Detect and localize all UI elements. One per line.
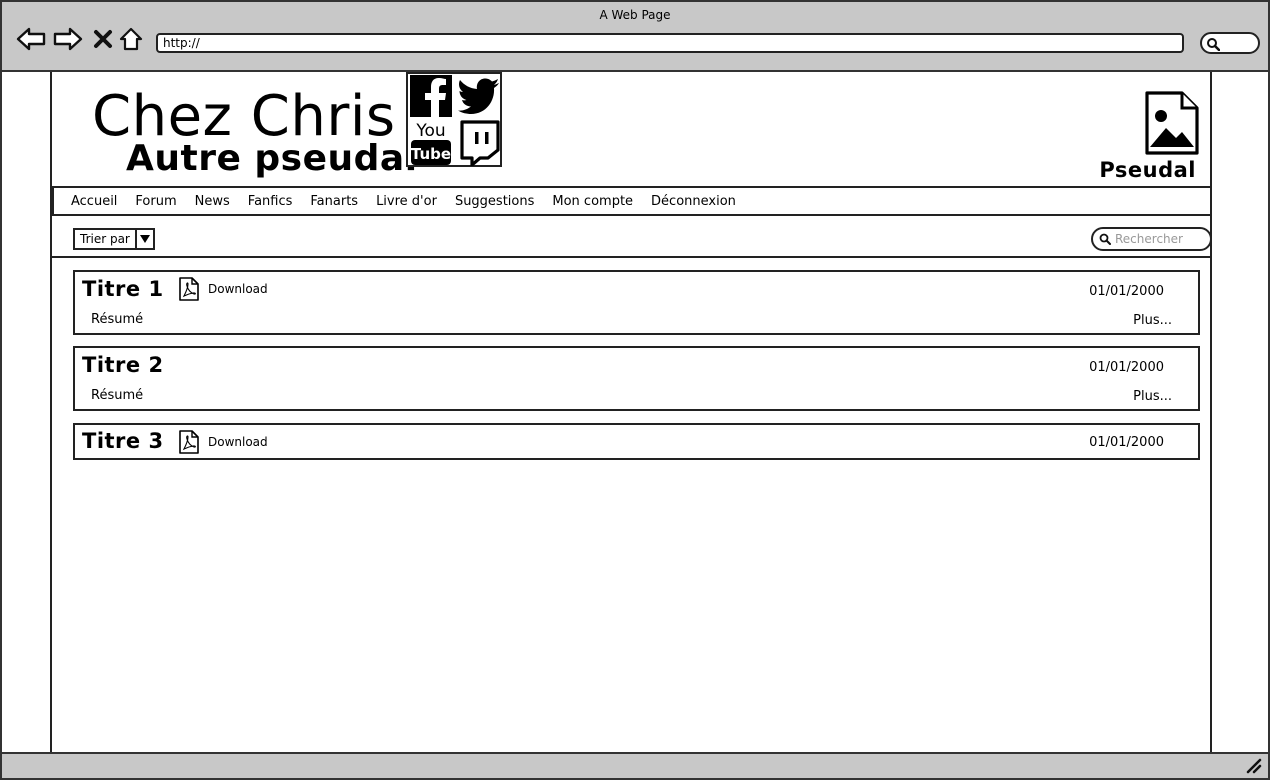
item-date: 01/01/2000: [1089, 435, 1164, 450]
pdf-file-icon: [179, 277, 199, 301]
pdf-file-icon: [179, 430, 199, 454]
url-input[interactable]: http://: [156, 33, 1184, 53]
site-subtitle: Autre pseudal: [126, 138, 418, 179]
profile-image-icon[interactable]: [1144, 90, 1200, 160]
more-link[interactable]: Plus...: [1133, 389, 1172, 404]
chevron-down-icon[interactable]: [135, 230, 153, 248]
sort-label: Trier par: [80, 232, 130, 246]
nav-item-news[interactable]: News: [195, 194, 230, 209]
browser-titlebar: A Web Page http://: [2, 2, 1268, 72]
stop-icon[interactable]: [88, 24, 118, 54]
forward-icon[interactable]: [53, 24, 83, 54]
list-item: Titre 3 Download 01/01/2000: [73, 423, 1200, 460]
nav-item-fanfics[interactable]: Fanfics: [248, 194, 293, 209]
facebook-icon[interactable]: [410, 75, 452, 121]
resize-handle-icon[interactable]: [1246, 758, 1262, 774]
home-icon[interactable]: [116, 24, 146, 54]
item-summary: Résumé: [91, 388, 144, 403]
nav-item-fanarts[interactable]: Fanarts: [310, 194, 358, 209]
social-links: You Tube: [406, 72, 502, 167]
download-link[interactable]: Download: [178, 277, 268, 301]
browser-statusbar: [2, 752, 1268, 778]
youtube-you-text: You: [415, 121, 445, 141]
nav-item-accueil[interactable]: Accueil: [71, 194, 117, 209]
list-item: Titre 1 Download 01/01/2000 Résumé Plus.…: [73, 270, 1200, 335]
search-icon: [1099, 233, 1111, 245]
sort-dropdown[interactable]: Trier par: [73, 228, 155, 250]
nav-item-deconnexion[interactable]: Déconnexion: [651, 194, 736, 209]
item-date: 01/01/2000: [1089, 360, 1164, 375]
more-link[interactable]: Plus...: [1133, 313, 1172, 328]
search-icon: [1207, 38, 1220, 51]
nav-item-mon-compte[interactable]: Mon compte: [552, 194, 633, 209]
item-summary: Résumé: [91, 312, 144, 327]
site-header: Chez Chris Autre pseudal You Tube Pseudal: [52, 72, 1210, 188]
download-label: Download: [208, 435, 268, 449]
window-title: A Web Page: [599, 8, 671, 22]
item-date: 01/01/2000: [1089, 284, 1164, 299]
twitter-icon[interactable]: [458, 78, 500, 118]
nav-item-suggestions[interactable]: Suggestions: [455, 194, 534, 209]
download-label: Download: [208, 282, 268, 296]
youtube-icon[interactable]: You Tube: [410, 119, 452, 171]
item-title[interactable]: Titre 2: [82, 353, 164, 377]
download-link[interactable]: Download: [178, 430, 268, 454]
twitch-icon[interactable]: [458, 120, 500, 170]
item-title[interactable]: Titre 1: [82, 277, 164, 301]
nav-item-livre-dor[interactable]: Livre d'or: [376, 194, 437, 209]
nav-item-forum[interactable]: Forum: [135, 194, 176, 209]
profile-name[interactable]: Pseudal: [1099, 158, 1196, 182]
back-icon[interactable]: [16, 24, 46, 54]
main-nav: Accueil Forum News Fanfics Fanarts Livre…: [52, 188, 1212, 216]
item-title[interactable]: Titre 3: [82, 429, 164, 453]
browser-search-button[interactable]: [1200, 32, 1260, 54]
list-item: Titre 2 01/01/2000 Résumé Plus...: [73, 346, 1200, 411]
search-input[interactable]: Rechercher: [1091, 227, 1212, 251]
youtube-tube-text: Tube: [411, 145, 451, 163]
search-placeholder: Rechercher: [1115, 232, 1183, 246]
content-list: Titre 1 Download 01/01/2000 Résumé Plus.…: [50, 256, 1212, 752]
